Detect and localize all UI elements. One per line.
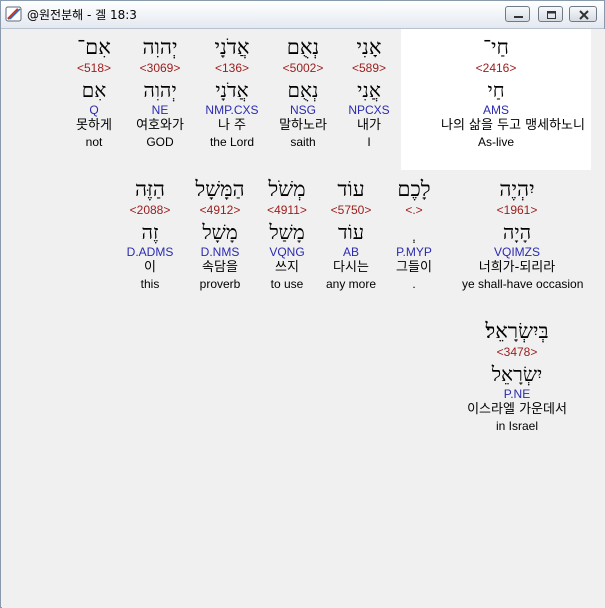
korean-gloss: 너희가-되리라 (478, 260, 556, 275)
strong-number[interactable]: <3478> (462, 345, 572, 359)
strong-number[interactable]: <1961> (462, 203, 572, 217)
lemma: יִשְׂרָאֵל (491, 362, 543, 386)
analysis-panel: חַי־ <2416> חַי AMS 나의 삶을 두고 맹세하노니 As-li… (2, 29, 605, 608)
morphology-code: P.NE (503, 387, 531, 401)
korean-gloss: 나의 삶을 두고 맹세하노니 (441, 118, 585, 133)
title-bar[interactable]: @원전분해 - 겔 18:3 (1, 1, 604, 29)
hebrew-word: יִהְיֶה (499, 177, 535, 201)
maximize-button[interactable] (538, 6, 563, 22)
word-card[interactable]: אִם־ <518> אִם Q 못하게 not (39, 33, 149, 149)
strong-number[interactable]: <518> (39, 61, 149, 75)
minimize-button[interactable] (505, 6, 530, 22)
morphology-code: VQIMZS (493, 245, 540, 259)
app-window: @원전분해 - 겔 18:3 חַי־ <2416> חַי AMS 나의 삶을… (0, 0, 605, 608)
minimize-icon (514, 16, 523, 18)
window-title: @원전분해 - 겔 18:3 (27, 8, 137, 22)
english-gloss: this (140, 277, 160, 291)
korean-gloss: 못하게 (76, 118, 112, 133)
word-card[interactable]: בְּיִשְׂרָאֵל׃ <3478> יִשְׂרָאֵל P.NE 이스… (462, 317, 572, 433)
word-card[interactable]: הַזֶּה <2088> זֶה D.ADMS 이 this (95, 175, 205, 291)
morphology-code: D.ADMS (126, 245, 174, 259)
korean-gloss: 이스라엘 가운데서 (467, 402, 567, 417)
english-gloss: As-live (477, 135, 514, 149)
hebrew-word: בְּיִשְׂרָאֵל׃ (485, 319, 549, 343)
morphology-code: Q (89, 103, 99, 117)
lemma: הָיָה (502, 220, 532, 244)
lemma: זֶה (141, 220, 159, 244)
strong-number[interactable]: <2088> (95, 203, 205, 217)
korean-gloss: 이 (144, 260, 156, 275)
english-gloss: ye shall-have occasion (462, 277, 584, 291)
strong-number[interactable]: <2416> (441, 61, 551, 75)
english-gloss: in Israel (495, 419, 539, 433)
morphology-code: AMS (482, 103, 509, 117)
restore-icon (547, 11, 556, 19)
close-icon (579, 10, 589, 20)
close-button[interactable] (569, 6, 597, 22)
word-card[interactable]: חַי־ <2416> חַי AMS 나의 삶을 두고 맹세하노니 As-li… (441, 33, 585, 149)
lemma: אִם (81, 78, 107, 102)
hebrew-word: הַזֶּה (134, 177, 165, 201)
lemma: חַי (487, 78, 505, 102)
word-card[interactable]: יִהְיֶה <1961> הָיָה VQIMZS 너희가-되리라 ye s… (462, 175, 584, 291)
app-icon[interactable] (5, 5, 23, 23)
hebrew-word: אִם־ (77, 35, 111, 59)
english-gloss: not (85, 135, 103, 149)
hebrew-word: חַי־ (483, 35, 509, 59)
